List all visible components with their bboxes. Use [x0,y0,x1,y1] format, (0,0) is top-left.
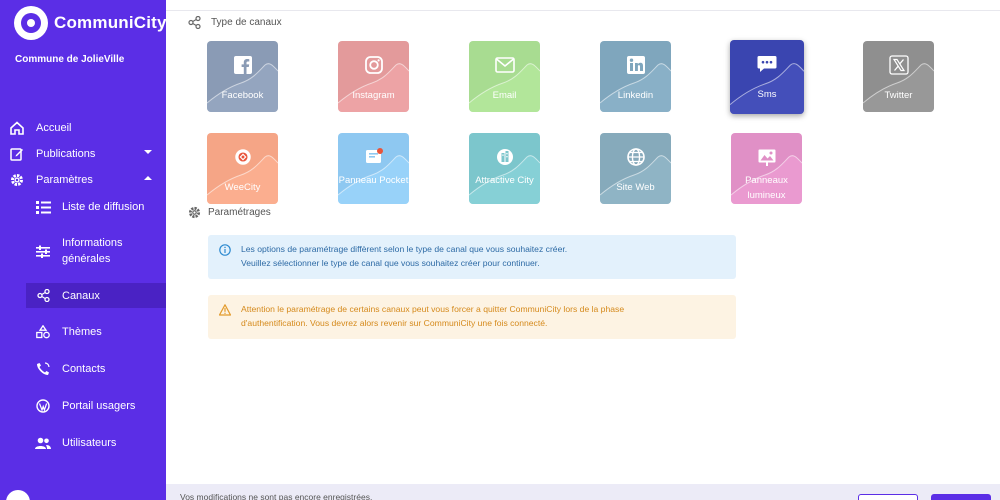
commune-name: Commune de JolieVille [15,54,125,65]
sidebar-item-label: Liste de diffusion [62,201,145,213]
sidebar-subitem-canaux[interactable]: Canaux [26,283,166,308]
contacts-icon [35,361,51,377]
channel-card-sms[interactable]: Sms [730,40,804,114]
channel-label: Attractive City [475,175,534,186]
header-divider [166,10,1000,11]
save-button[interactable] [931,494,991,500]
globe-icon [626,147,646,167]
share-icon [35,288,51,304]
channel-card-attractive-city[interactable]: Attractive City [469,133,540,204]
chevron-up-icon[interactable] [144,176,152,180]
sidebar-item-publications[interactable]: Publications [0,144,166,164]
channel-label: WeeCity [224,182,261,193]
channel-card-facebook[interactable]: Facebook [207,41,278,112]
sidebar-item-label: Portail usagers [62,400,136,412]
facebook-icon [233,55,253,75]
sidebar-subitem-utilisateurs[interactable]: Utilisateurs [26,434,166,452]
unsaved-changes-bar: Vos modifications ne sont pas encore enr… [166,484,1000,500]
avatar[interactable] [6,490,30,500]
app-name: CommuniCity [54,13,167,32]
channel-label: Twitter [884,90,913,101]
sidebar-subitem-contacts[interactable]: Contacts [26,360,166,378]
edit-icon [9,146,25,162]
info-alert-line2: Veuillez sélectionner le type de canal q… [241,257,540,268]
gear-icon [187,205,201,219]
x-icon [888,55,909,75]
channel-label: Email [492,90,517,101]
channel-label: Sms [757,89,777,100]
sidebar-item-accueil[interactable]: Accueil [0,118,166,138]
card-wave-decoration [469,155,540,204]
warning-icon [219,304,231,316]
info-alert-line1: Les options de paramétrage diffèrent sel… [241,244,568,254]
sidebar-subitem-portail-usagers[interactable]: Portail usagers [26,397,166,415]
sidebar-item-label: Contacts [62,363,106,375]
chevron-down-icon[interactable] [144,150,152,154]
attractive-city-icon [495,147,515,167]
channel-card-site-web[interactable]: Site Web [600,133,671,204]
info-alert: Les options de paramétrage diffèrent sel… [208,235,736,279]
sidebar-item-label: Publications [36,148,96,160]
home-icon [9,120,25,136]
channel-card-twitter[interactable]: Twitter [863,41,934,112]
channel-label: Site Web [616,182,655,193]
channel-card-panneau-pocket[interactable]: Panneau Pocket [338,133,409,204]
sidebar-item-label: Thèmes [62,326,102,338]
sidebar-item-label: Accueil [36,122,72,134]
sidebar: CommuniCity Commune de JolieVille Accuei… [0,0,167,500]
unsaved-message: Vos modifications ne sont pas encore enr… [180,492,373,500]
panneau-pocket-icon [364,147,384,167]
card-wave-decoration [730,63,804,114]
section-title-label: Paramétrages [208,206,271,218]
channel-card-email[interactable]: Email [469,41,540,112]
warning-alert-line2: d'authentification. Vous devrez alors re… [241,317,548,328]
warning-alert-line1: Attention le paramétrage de certains can… [241,304,625,314]
channel-card-weecity[interactable]: WeeCity [207,133,278,204]
sms-icon [757,54,777,74]
cancel-button[interactable] [858,494,918,500]
sidebar-item-label: Paramètres [36,174,93,186]
sidebar-subitem-liste-de-diffusion[interactable]: Liste de diffusion [26,198,166,216]
channel-label: Facebook [221,90,264,101]
list-icon [35,199,51,215]
share-icon [187,15,201,29]
warning-alert: Attention le paramétrage de certains can… [208,295,736,339]
sidebar-subitem-informations-generales[interactable]: Informations générales [26,234,166,268]
sidebar-subitem-themes[interactable]: Thèmes [26,323,166,341]
app-logo[interactable]: CommuniCity [14,6,167,40]
sidebar-item-parametres[interactable]: Paramètres [0,170,166,190]
gear-icon [9,172,25,188]
section-title-label: Type de canaux [211,16,282,28]
channel-card-instagram[interactable]: Instagram [338,41,409,112]
instagram-icon [364,55,384,75]
channel-card-panneaux-lumineux[interactable]: Panneaux lumineux [731,133,802,204]
section-title-channels: Type de canaux [187,15,282,29]
channel-label: Panneau Pocket [338,175,409,186]
info-icon [219,244,231,256]
linkedin-icon [626,55,646,75]
communicity-logo-icon [14,6,48,40]
sidebar-item-label: Informations générales [62,237,123,265]
shapes-icon [35,324,51,340]
channel-label: Instagram [352,90,395,101]
channel-card-linkedin[interactable]: Linkedin [600,41,671,112]
billboard-icon [757,147,777,167]
channel-label: Panneaux lumineux [745,175,788,201]
email-icon [494,55,515,75]
section-title-settings: Paramétrages [187,205,271,219]
channel-label: Linkedin [617,90,654,101]
wordpress-icon [35,398,51,414]
sidebar-item-label: Utilisateurs [62,437,117,449]
weecity-icon [233,147,253,167]
users-icon [35,435,51,451]
card-wave-decoration [338,155,409,204]
sidebar-item-label: Canaux [62,289,100,302]
sliders-icon [35,243,51,259]
